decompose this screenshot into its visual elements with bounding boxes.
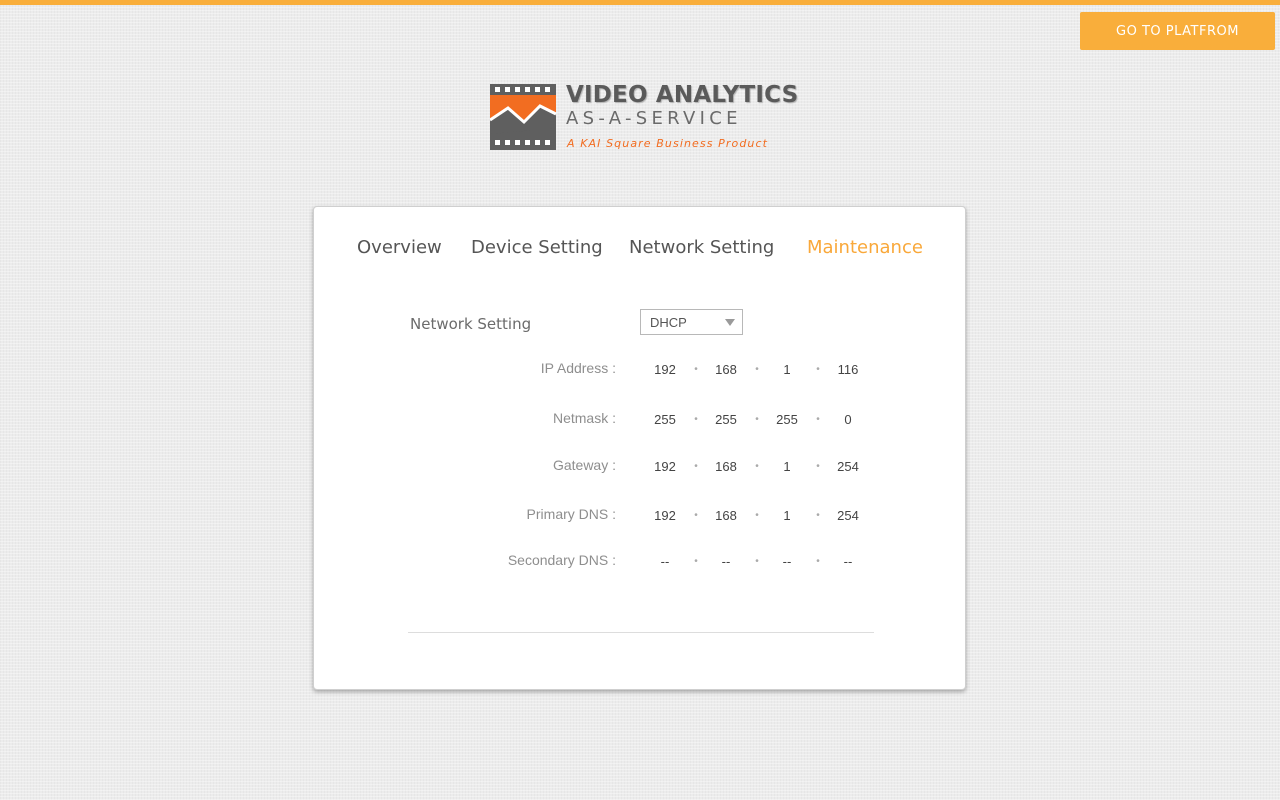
section-divider (408, 632, 874, 633)
gateway-label: Gateway : (552, 457, 616, 473)
secondary-dns-octet-1[interactable]: -- (645, 554, 685, 569)
top-accent-bar (0, 0, 1280, 5)
ip-octet-1[interactable]: 192 (645, 362, 685, 377)
gateway-row: Gateway : 192 • 168 • 1 • 254 (314, 457, 965, 481)
secondary-dns-row: Secondary DNS : -- • -- • -- • -- (314, 552, 965, 576)
octet-separator: • (755, 510, 759, 521)
logo: VIDEO ANALYTICS AS-A-SERVICE A KAI Squar… (490, 82, 800, 154)
octet-separator: • (816, 461, 820, 472)
octet-separator: • (755, 461, 759, 472)
film-strip-logo-icon (490, 84, 557, 150)
octet-separator: • (816, 414, 820, 425)
primary-dns-label: Primary DNS : (526, 506, 616, 522)
gateway-octet-1[interactable]: 192 (645, 459, 685, 474)
logo-title: VIDEO ANALYTICS (566, 82, 799, 108)
ip-octet-4[interactable]: 116 (828, 362, 868, 377)
network-mode-select[interactable]: DHCP (640, 309, 743, 335)
octet-separator: • (755, 414, 759, 425)
settings-card: Overview Device Setting Network Setting … (313, 206, 966, 690)
octet-separator: • (816, 510, 820, 521)
tab-device-setting[interactable]: Device Setting (471, 237, 603, 258)
tab-bar: Overview Device Setting Network Setting … (314, 237, 965, 267)
netmask-octet-3[interactable]: 255 (767, 412, 807, 427)
netmask-octet-4[interactable]: 0 (828, 412, 868, 427)
primary-dns-octet-2[interactable]: 168 (706, 508, 746, 523)
octet-separator: • (755, 556, 759, 567)
secondary-dns-octet-2[interactable]: -- (706, 554, 746, 569)
primary-dns-row: Primary DNS : 192 • 168 • 1 • 254 (314, 506, 965, 530)
primary-dns-octet-3[interactable]: 1 (767, 508, 807, 523)
netmask-row: Netmask : 255 • 255 • 255 • 0 (314, 410, 965, 434)
dropdown-arrow-icon (725, 319, 735, 326)
secondary-dns-label: Secondary DNS : (507, 552, 616, 568)
octet-separator: • (694, 364, 698, 375)
ip-address-label: IP Address : (540, 360, 616, 376)
network-setting-label: Network Setting (410, 315, 532, 333)
logo-tagline: A KAI Square Business Product (567, 137, 769, 150)
octet-separator: • (694, 510, 698, 521)
secondary-dns-octet-3[interactable]: -- (767, 554, 807, 569)
octet-separator: • (816, 556, 820, 567)
gateway-octet-2[interactable]: 168 (706, 459, 746, 474)
tab-network-setting[interactable]: Network Setting (629, 237, 774, 258)
go-to-platform-button[interactable]: GO TO PLATFROM (1080, 12, 1275, 50)
gateway-octet-3[interactable]: 1 (767, 459, 807, 474)
octet-separator: • (694, 556, 698, 567)
netmask-octet-2[interactable]: 255 (706, 412, 746, 427)
octet-separator: • (816, 364, 820, 375)
netmask-label: Netmask : (552, 410, 616, 426)
octet-separator: • (755, 364, 759, 375)
octet-separator: • (694, 461, 698, 472)
gateway-octet-4[interactable]: 254 (828, 459, 868, 474)
ip-octet-3[interactable]: 1 (767, 362, 807, 377)
tab-overview[interactable]: Overview (357, 237, 442, 258)
secondary-dns-octet-4[interactable]: -- (828, 554, 868, 569)
logo-subtitle: AS-A-SERVICE (566, 108, 742, 129)
primary-dns-octet-1[interactable]: 192 (645, 508, 685, 523)
netmask-octet-1[interactable]: 255 (645, 412, 685, 427)
network-mode-value: DHCP (650, 315, 687, 330)
primary-dns-octet-4[interactable]: 254 (828, 508, 868, 523)
ip-octet-2[interactable]: 168 (706, 362, 746, 377)
tab-maintenance[interactable]: Maintenance (807, 237, 923, 258)
ip-address-row: IP Address : 192 • 168 • 1 • 116 (314, 360, 965, 384)
octet-separator: • (694, 414, 698, 425)
